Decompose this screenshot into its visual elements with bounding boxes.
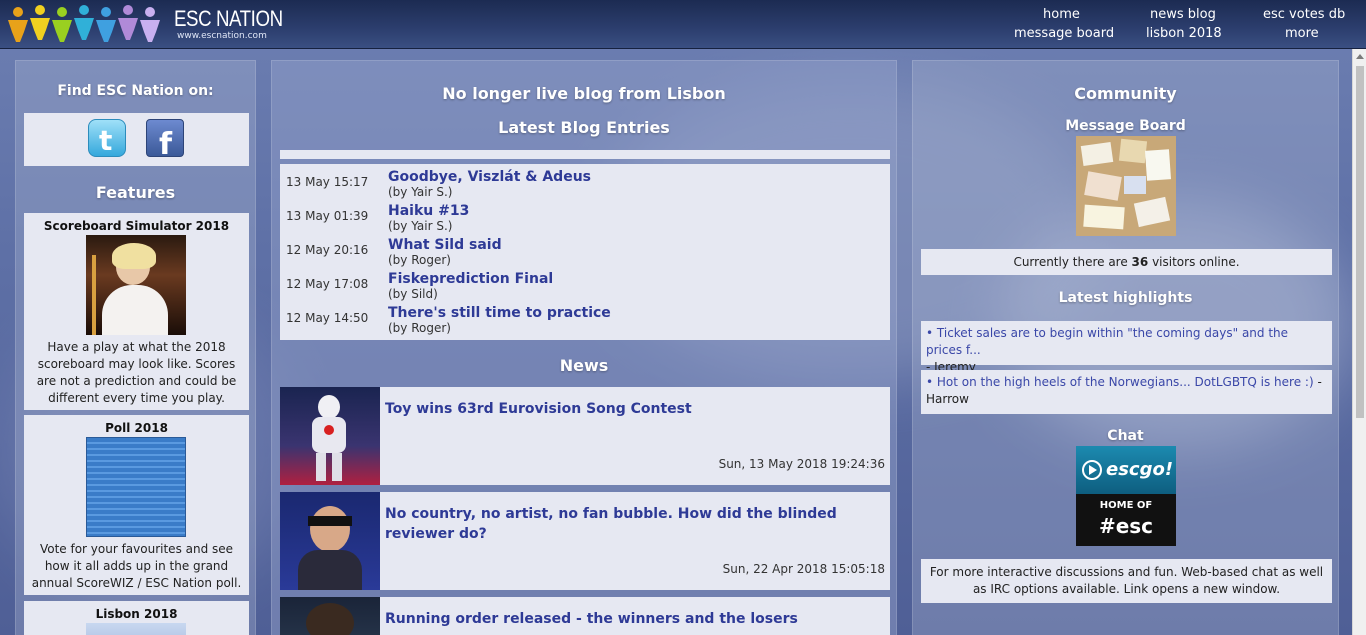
- feature-lisbon[interactable]: Lisbon 2018: [24, 601, 249, 635]
- middle-column: No longer live blog from Lisbon Latest B…: [271, 60, 897, 635]
- blog-date: 12 May 20:16: [286, 243, 369, 257]
- poll-image: [86, 437, 186, 537]
- scoreboard-image: [86, 235, 186, 335]
- blog-entry[interactable]: 12 May 20:16 What Sild said (by Roger): [286, 234, 884, 268]
- logo-title: ESC NATION: [174, 6, 283, 31]
- twitter-icon[interactable]: t: [88, 119, 126, 157]
- news-item[interactable]: Running order released - the winners and…: [280, 597, 890, 635]
- news-title-link[interactable]: Toy wins 63rd Eurovision Song Contest: [385, 399, 882, 419]
- highlights-heading: Latest highlights: [1058, 290, 1193, 306]
- nav-home[interactable]: home: [1043, 7, 1080, 22]
- message-board-title[interactable]: Message Board: [913, 118, 1338, 134]
- blog-title-link[interactable]: Haiku #13: [388, 203, 469, 219]
- logo-url: www.escnation.com: [177, 31, 267, 41]
- blog-entry[interactable]: 12 May 14:50 There's still time to pract…: [286, 302, 884, 336]
- highlight-link[interactable]: • Hot on the high heels of the Norwegian…: [926, 375, 1314, 389]
- feature-poll[interactable]: Poll 2018 Vote for your favourites and s…: [24, 415, 249, 595]
- news-thumbnail: [280, 597, 380, 635]
- blog-entry[interactable]: 13 May 01:39 Haiku #13 (by Yair S.): [286, 200, 884, 234]
- facebook-icon[interactable]: f: [146, 119, 184, 162]
- blog-list: 13 May 15:17 Goodbye, Viszlát & Adeus (b…: [280, 164, 890, 340]
- find-heading: Find ESC Nation on:: [57, 83, 214, 99]
- nav-esc-votes-db[interactable]: esc votes db: [1263, 7, 1345, 22]
- logo-figures-icon: [8, 5, 160, 42]
- chat-home-of: HOME OF: [1099, 500, 1153, 511]
- nav-message-board[interactable]: message board: [1014, 26, 1114, 41]
- blog-author: (by Roger): [388, 321, 451, 335]
- left-column: Find ESC Nation on: t f Features Scorebo…: [15, 60, 256, 635]
- blog-spacer: [280, 150, 890, 159]
- news-date: Sun, 13 May 2018 19:24:36: [718, 457, 885, 471]
- highlight-item[interactable]: • Hot on the high heels of the Norwegian…: [921, 370, 1332, 414]
- visitors-text: visitors online.: [1148, 255, 1240, 269]
- nav-news-blog[interactable]: news blog: [1150, 7, 1216, 22]
- feature-title: Poll 2018: [105, 421, 168, 435]
- svg-text:f: f: [159, 127, 173, 158]
- feature-text: Have a play at what the 2018 scoreboard …: [36, 340, 237, 405]
- blog-entry[interactable]: 13 May 15:17 Goodbye, Viszlát & Adeus (b…: [286, 166, 884, 200]
- blog-date: 13 May 01:39: [286, 209, 369, 223]
- live-blog-heading: No longer live blog from Lisbon: [442, 84, 726, 103]
- news-title-link[interactable]: Running order released - the winners and…: [385, 609, 882, 629]
- community-heading: Community: [1074, 84, 1177, 103]
- news-date: Sun, 22 Apr 2018 15:05:18: [722, 562, 885, 576]
- nav-more[interactable]: more: [1285, 26, 1319, 41]
- blog-date: 13 May 15:17: [286, 175, 369, 189]
- blog-title-link[interactable]: Goodbye, Viszlát & Adeus: [388, 169, 591, 185]
- visitors-text: Currently there are: [1013, 255, 1132, 269]
- blog-author: (by Yair S.): [388, 219, 453, 233]
- blog-date: 12 May 14:50: [286, 311, 369, 325]
- feature-scoreboard[interactable]: Scoreboard Simulator 2018 Have a play at…: [24, 213, 249, 410]
- news-thumbnail: [280, 492, 380, 590]
- scroll-thumb[interactable]: [1356, 66, 1364, 418]
- play-icon-triangle: [1089, 465, 1097, 475]
- blog-author: (by Roger): [388, 253, 451, 267]
- site-header: ESC NATION www.escnation.com home news b…: [0, 0, 1366, 49]
- chat-description: For more interactive discussions and fun…: [921, 559, 1332, 603]
- blog-title-link[interactable]: There's still time to practice: [388, 305, 611, 321]
- visitors-online: Currently there are 36 visitors online.: [921, 249, 1332, 275]
- blog-title-link[interactable]: What Sild said: [388, 237, 502, 253]
- blog-author: (by Sild): [388, 287, 438, 301]
- scroll-up-arrow-icon[interactable]: [1356, 54, 1364, 59]
- news-item[interactable]: No country, no artist, no fan bubble. Ho…: [280, 492, 890, 590]
- feature-text: Vote for your favourites and see how it …: [31, 542, 242, 590]
- features-heading: Features: [95, 183, 176, 202]
- chat-tag: #esc: [1098, 514, 1154, 538]
- news-title-link[interactable]: No country, no artist, no fan bubble. Ho…: [385, 504, 882, 544]
- chat-logo-text: escgo!: [1106, 459, 1174, 480]
- latest-blog-heading: Latest Blog Entries: [498, 118, 670, 137]
- svg-text:t: t: [99, 124, 112, 157]
- blog-date: 12 May 17:08: [286, 277, 369, 291]
- nav-lisbon-2018[interactable]: lisbon 2018: [1146, 26, 1222, 41]
- chat-logo[interactable]: escgo! HOME OF #esc: [1076, 446, 1176, 546]
- social-box: t f: [24, 113, 249, 166]
- message-board-image[interactable]: [1076, 136, 1176, 236]
- highlight-item[interactable]: • Ticket sales are to begin within "the …: [921, 321, 1332, 374]
- feature-title: Scoreboard Simulator 2018: [43, 219, 230, 233]
- blog-title-link[interactable]: Fiskeprediction Final: [388, 271, 553, 287]
- visitors-count: 36: [1131, 255, 1149, 269]
- news-thumbnail: [280, 387, 380, 485]
- lisbon-image: [86, 623, 186, 635]
- news-item[interactable]: Toy wins 63rd Eurovision Song Contest Su…: [280, 387, 890, 485]
- blog-entry[interactable]: 12 May 17:08 Fiskeprediction Final (by S…: [286, 268, 884, 302]
- right-column: Community Message Board Currently there …: [912, 60, 1339, 635]
- blog-author: (by Yair S.): [388, 185, 453, 199]
- chat-heading: Chat: [1107, 428, 1144, 444]
- page-scrollbar[interactable]: [1352, 49, 1366, 635]
- feature-title: Lisbon 2018: [95, 607, 178, 621]
- highlight-link[interactable]: • Ticket sales are to begin within "the …: [926, 326, 1288, 357]
- news-heading: News: [559, 356, 609, 375]
